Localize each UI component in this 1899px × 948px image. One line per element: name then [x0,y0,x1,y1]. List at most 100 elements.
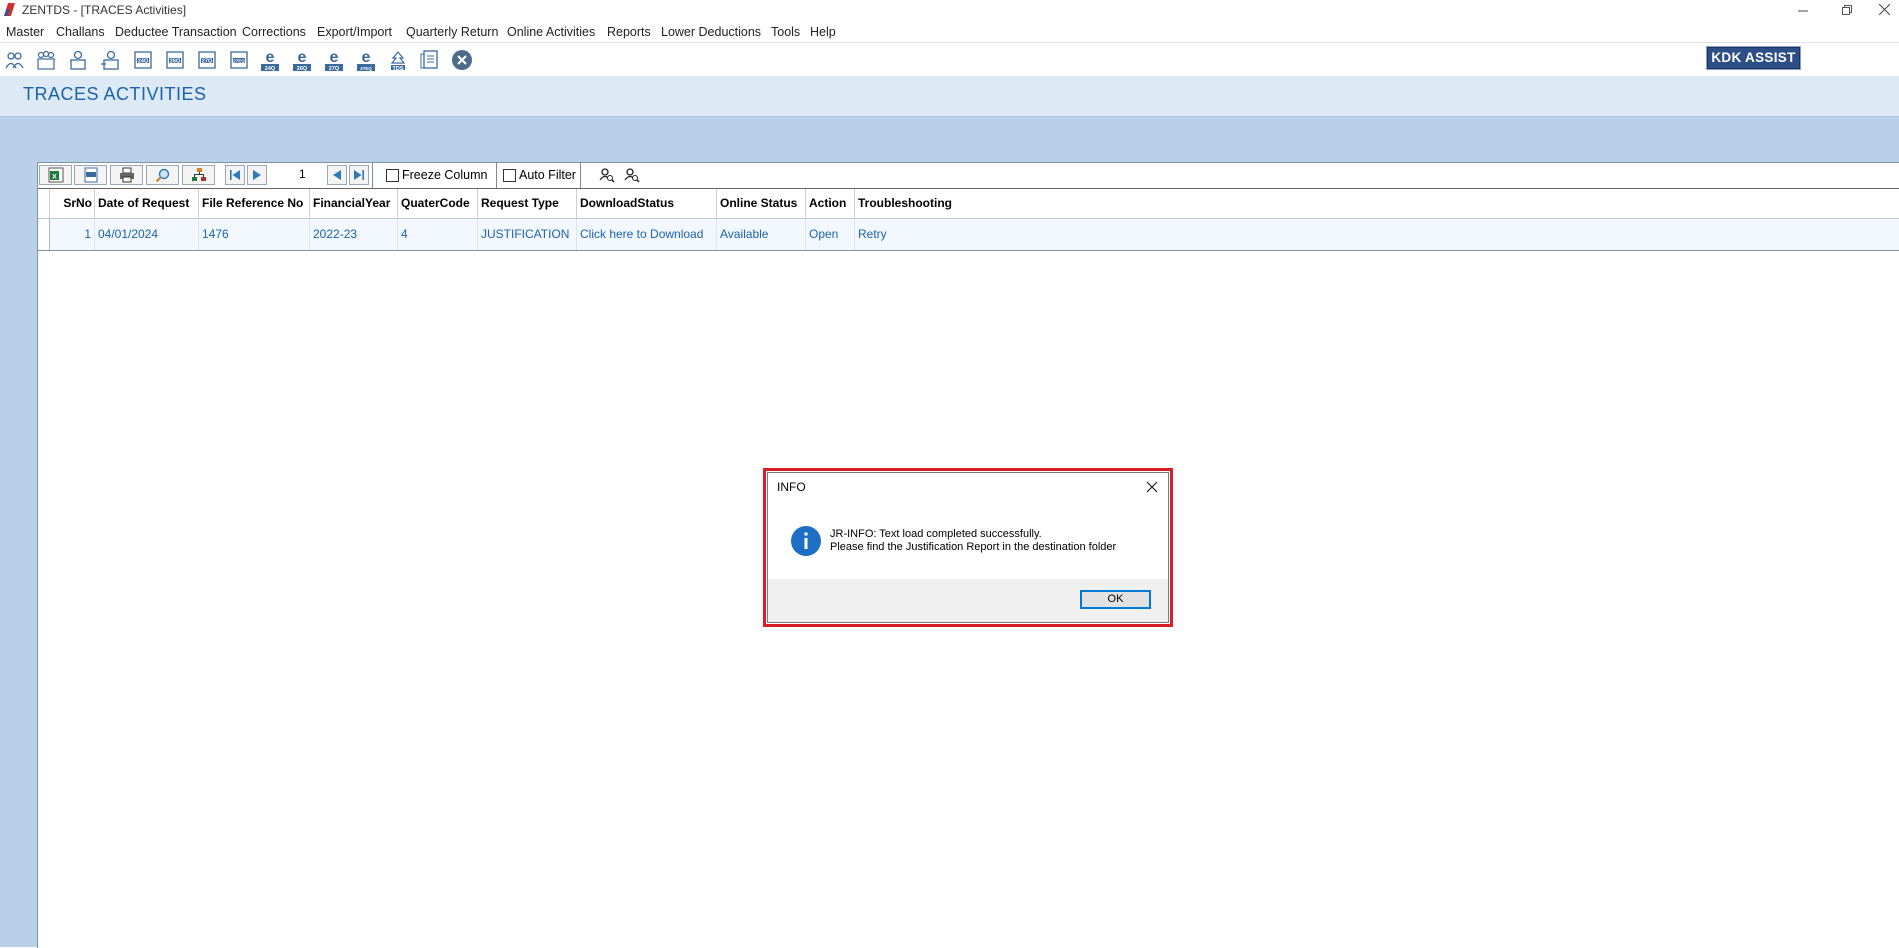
menu-deductee-transaction[interactable]: Deductee Transaction [115,25,237,39]
close-icon[interactable] [451,48,473,72]
form-27eq-icon[interactable]: 27EQ [228,48,250,72]
excel-icon: x [48,167,63,183]
previous-page-button[interactable] [327,165,347,185]
column-header-download-status[interactable]: DownloadStatus [576,189,716,218]
tds-icon[interactable]: TDS [387,48,409,72]
efile-icon: e27EQ [357,49,375,71]
toolbar-separator [372,163,373,188]
column-header-financial-year[interactable]: FinancialYear [309,189,397,218]
column-header-request-type[interactable]: Request Type [477,189,576,218]
dialog-footer: OK [768,579,1168,622]
hierarchy-icon [191,168,206,181]
e-24q-label: 24Q [265,66,276,72]
retry-link[interactable]: Retry [854,219,974,250]
dialog-close-icon[interactable] [1142,477,1162,497]
column-header-date-of-request[interactable]: Date of Request [94,189,198,218]
employee-icon[interactable] [67,48,89,72]
menu-challans[interactable]: Challans [56,25,105,39]
column-header-row-indicator [38,189,49,218]
column-header-online-status[interactable]: Online Status [716,189,805,218]
e-27eq-icon[interactable]: e 27EQ [355,48,377,72]
e-26q-icon[interactable]: e 26Q [291,48,313,72]
title-bar: ZENTDS - [TRACES Activities] [0,0,1899,21]
form-24q-icon[interactable]: 24Q [132,48,154,72]
employee-add-icon[interactable] [99,48,121,72]
menu-reports[interactable]: Reports [607,25,651,39]
tds-plant-icon: TDS [390,51,406,72]
menu-lower-deductions[interactable]: Lower Deductions [661,25,761,39]
svg-text:e: e [298,49,307,66]
cell-srno: 1 [84,227,91,241]
deductee-group-icon[interactable] [35,48,57,72]
group-button[interactable] [182,165,215,185]
dialog-title: INFO [777,480,806,494]
form-27q-label: 27Q [202,58,213,64]
column-header-quarter-code[interactable]: QuaterCode [397,189,477,218]
restore-icon [1842,5,1852,15]
page-header: TRACES ACTIVITIES [0,76,1899,117]
auto-filter-label: Auto Filter [519,168,576,182]
download-link[interactable]: Click here to Download [576,219,716,250]
toolbar-separator [496,163,497,188]
form-icon: 27EQ [230,51,248,69]
svg-text:e: e [330,49,339,66]
app-logo-icon [4,3,15,16]
e-27eq-label: 27EQ [360,66,372,71]
play-left-icon [333,170,341,180]
last-page-button[interactable] [349,165,369,185]
cell-request-type: JUSTIFICATION [477,219,576,250]
magnifier-icon [155,168,169,183]
dialog-message-line1: JR-INFO: Text load completed successfull… [830,528,1042,540]
efile-icon: e26Q [293,49,311,72]
cell-date-of-request: 04/01/2024 [94,219,198,250]
find-button[interactable] [146,165,179,185]
kdk-assist-button[interactable]: KDK ASSIST [1706,46,1801,70]
auto-filter-checkbox[interactable] [503,169,516,182]
export-csv-button[interactable] [74,165,107,185]
form-26q-icon[interactable]: 26Q [164,48,186,72]
menu-tools[interactable]: Tools [771,25,800,39]
play-right-icon [253,170,261,180]
cell-file-reference-no: 1476 [198,219,309,250]
csv-icon [84,167,97,183]
cell-quarter-code: 4 [397,219,477,250]
info-dialog: INFO JR-INFO: Text load completed succes… [767,472,1169,623]
export-excel-button[interactable]: x [39,165,72,185]
print-button[interactable] [110,165,143,185]
menu-help[interactable]: Help [810,25,836,39]
table-row[interactable]: 1 04/01/2024 1476 2022-23 4 JUSTIFICATIO… [38,219,1899,251]
menu-quarterly-return[interactable]: Quarterly Return [406,25,498,39]
window-close-button[interactable] [1869,0,1899,21]
svg-text:x: x [52,172,57,181]
search-user-icon[interactable] [598,167,615,184]
toolbar-separator [580,163,581,188]
column-header-troubleshooting[interactable]: Troubleshooting [854,189,974,218]
column-header-file-reference-no[interactable]: File Reference No [198,189,309,218]
page-number[interactable]: 1 [299,167,306,181]
e-24q-icon[interactable]: e 24Q [259,48,281,72]
e-27q-icon[interactable]: e 27Q [323,48,345,72]
minimize-button[interactable] [1783,0,1823,21]
main-toolbar: 24Q 26Q 27Q 27EQ e 24Q e 26Q e 27Q e 27EQ TD… [0,42,1899,77]
column-header-srno[interactable]: SrNo [49,189,94,218]
window-title: ZENTDS - [TRACES Activities] [22,3,187,17]
freeze-column-label: Freeze Column [402,168,488,182]
deductor-icon[interactable] [4,48,26,72]
document-icon[interactable] [419,48,441,72]
menu-online-activities[interactable]: Online Activities [507,25,595,39]
next-page-button[interactable] [247,165,267,185]
freeze-column-checkbox[interactable] [386,169,399,182]
dialog-message: JR-INFO: Text load completed successfull… [830,528,1116,554]
menu-master[interactable]: Master [6,25,44,39]
form-27q-icon[interactable]: 27Q [196,48,218,72]
open-link[interactable]: Open [805,219,854,250]
first-page-button[interactable] [225,165,245,185]
first-page-icon [230,170,240,180]
find-user-icon[interactable] [623,167,640,184]
ok-button[interactable]: OK [1080,590,1151,609]
menu-corrections[interactable]: Corrections [242,25,306,39]
column-header-action[interactable]: Action [805,189,854,218]
restore-button[interactable] [1827,0,1867,21]
form-icon: 24Q [134,51,152,69]
menu-export-import[interactable]: Export/Import [317,25,392,39]
